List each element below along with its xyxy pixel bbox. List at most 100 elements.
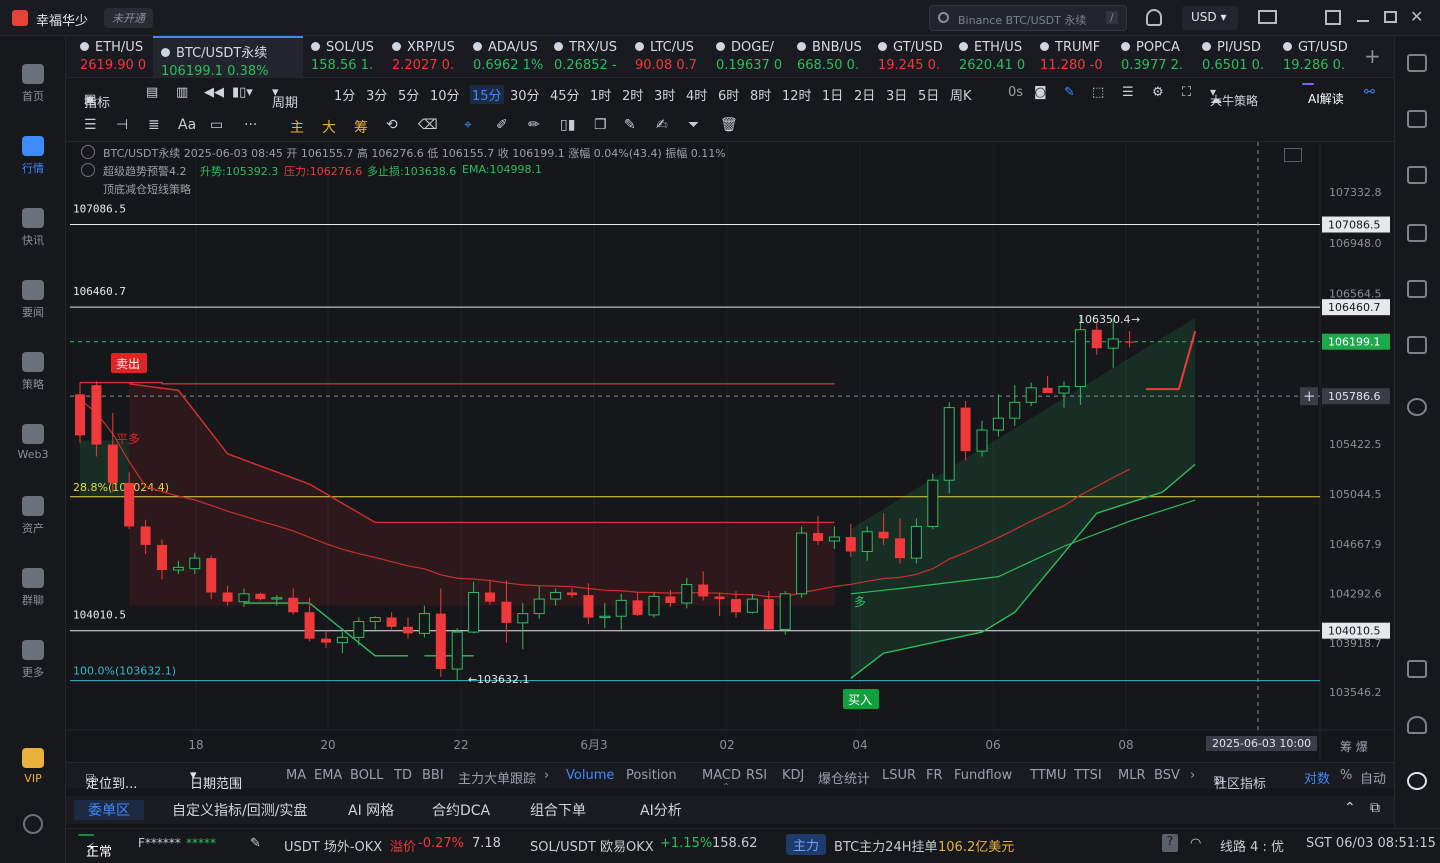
interval-16[interactable]: 3日: [886, 85, 907, 104]
symbol-tab[interactable]: ADA/US 0.6962 1%: [465, 36, 546, 77]
symbol-tab[interactable]: GT/USD 19.245 0.: [870, 36, 951, 77]
wallet-icon[interactable]: [1407, 336, 1427, 354]
add-tab-icon[interactable]: +: [1364, 44, 1381, 68]
interval-2[interactable]: 5分: [398, 85, 419, 104]
chart-canvas[interactable]: 18 20 22 6月3 02 04 06 08 107332.8 106948.0 106564.…: [66, 142, 1394, 762]
symbol-tab[interactable]: BNB/US 668.50 0.: [789, 36, 870, 77]
maximize-icon[interactable]: [1284, 148, 1302, 162]
indicator-4[interactable]: BBI: [422, 768, 444, 783]
interval-9[interactable]: 3时: [654, 85, 675, 104]
candle-icon[interactable]: ▯▮: [560, 117, 575, 133]
symbol-tab[interactable]: ETH/US 2620.41 0: [951, 36, 1032, 77]
interval-3[interactable]: 10分: [430, 85, 460, 104]
interval-4[interactable]: 15分: [470, 85, 504, 104]
close-icon[interactable]: ✕: [1410, 7, 1423, 26]
collapse-icon[interactable]: [81, 145, 95, 159]
panel-tab-1[interactable]: 自定义指标/回测/实盘: [172, 800, 307, 820]
indicator-5[interactable]: 主力大单跟踪: [458, 768, 536, 787]
interval-0[interactable]: 1分: [334, 85, 355, 104]
pen-icon[interactable]: ✎: [1064, 85, 1075, 100]
sidebar-item-2[interactable]: 快讯: [0, 200, 66, 260]
filter-icon[interactable]: ⏷: [688, 117, 699, 133]
collapse-icon-2[interactable]: [81, 163, 95, 177]
menu-icon[interactable]: ☰: [84, 117, 97, 133]
symbol-tab[interactable]: ETH/US 2619.90 0: [72, 36, 153, 77]
panel-tab-3[interactable]: 合约DCA: [432, 800, 490, 820]
brush-icon[interactable]: ✐: [496, 117, 508, 133]
auto-toggle[interactable]: 自动: [1360, 768, 1386, 787]
indicator-17[interactable]: MLR: [1118, 768, 1146, 783]
minimize-icon[interactable]: [1357, 20, 1369, 22]
sidebar-item-7[interactable]: 群聊: [0, 560, 66, 620]
scroll-right-icon[interactable]: ›: [544, 768, 549, 783]
layout-icon[interactable]: [1407, 660, 1427, 678]
interval-8[interactable]: 2时: [622, 85, 643, 104]
candlestick-chart[interactable]: 18 20 22 6月3 02 04 06 08 107332.8 106948.0 106564.…: [66, 142, 1394, 762]
interval-13[interactable]: 12时: [782, 85, 812, 104]
dollar-icon[interactable]: [1407, 166, 1427, 184]
erase-icon[interactable]: ⌫: [418, 117, 438, 133]
monitor-icon[interactable]: [1407, 280, 1427, 298]
split-icon[interactable]: ▥: [176, 85, 188, 100]
fib-icon[interactable]: ≣: [148, 117, 160, 133]
headset-icon[interactable]: [1407, 716, 1427, 734]
account-status[interactable]: 未开通: [104, 8, 153, 28]
settings-icon[interactable]: ⚙: [1152, 85, 1164, 100]
edit-icon[interactable]: ✎: [624, 117, 636, 133]
ruler-icon[interactable]: ▭: [210, 117, 223, 133]
share-icon[interactable]: ⚯: [1364, 85, 1375, 100]
panel-popout-icon[interactable]: ⧉: [1370, 800, 1380, 816]
interval-1[interactable]: 3分: [366, 85, 387, 104]
zoom-label[interactable]: 筹 爆: [1340, 738, 1368, 755]
window-layout-icon[interactable]: [1325, 10, 1341, 25]
more-tools-icon[interactable]: ···: [244, 117, 257, 133]
symbol-tab[interactable]: TRUMF 11.280 -0: [1032, 36, 1113, 77]
currency-select[interactable]: USD ▾: [1182, 6, 1238, 30]
refresh-icon[interactable]: [1407, 398, 1427, 416]
symbol-tab[interactable]: PI/USD 0.6501 0.: [1194, 36, 1275, 77]
pencil-icon[interactable]: ✏: [528, 117, 540, 133]
interval-14[interactable]: 1日: [822, 85, 843, 104]
interval-6[interactable]: 45分: [550, 85, 580, 104]
robot-icon[interactable]: [1407, 772, 1427, 790]
help-icon[interactable]: ?: [1162, 834, 1178, 852]
lines-icon[interactable]: ☰: [1122, 85, 1134, 100]
interval-5[interactable]: 30分: [510, 85, 540, 104]
sidebar-item-8[interactable]: 更多: [0, 632, 66, 692]
indicator-9[interactable]: RSI: [746, 768, 767, 783]
interval-17[interactable]: 5日: [918, 85, 939, 104]
period-button[interactable]: 周期 ▾: [272, 85, 298, 111]
calendar-icon[interactable]: ▤: [146, 85, 158, 100]
panel-tab-5[interactable]: AI分析: [640, 800, 682, 820]
indicator-11[interactable]: 爆仓统计: [818, 768, 870, 787]
hline-icon[interactable]: ⊣: [116, 117, 128, 133]
restore-icon[interactable]: [1384, 11, 1397, 23]
bell-icon[interactable]: [1146, 9, 1162, 26]
big-tool[interactable]: 大: [322, 117, 336, 137]
interval-11[interactable]: 6时: [718, 85, 739, 104]
rewind-icon[interactable]: ◀◀: [204, 85, 224, 100]
symbol-tab[interactable]: GT/USD 19.286 0.: [1275, 36, 1356, 77]
draw-icon[interactable]: ✍: [656, 117, 668, 133]
interval-7[interactable]: 1时: [590, 85, 611, 104]
text-icon[interactable]: Aa: [178, 117, 196, 133]
sidebar-item-6[interactable]: 资产: [0, 488, 66, 548]
indicator-8[interactable]: MACD: [702, 768, 741, 783]
cursor-icon[interactable]: ⌖: [464, 117, 472, 133]
interval-10[interactable]: 4时: [686, 85, 707, 104]
indicator-1[interactable]: EMA: [314, 768, 342, 783]
indicator-2[interactable]: BOLL: [350, 768, 383, 783]
search-box[interactable]: Binance BTC/USDT 永续 /: [929, 5, 1127, 31]
indicator-13[interactable]: FR: [926, 768, 943, 783]
symbol-tab[interactable]: DOGE/0.19637 0: [708, 36, 789, 77]
indicator-10[interactable]: KDJ: [782, 768, 804, 783]
symbol-tab[interactable]: SOL/US 158.56 1.: [303, 36, 384, 77]
strategy-button[interactable]: ☁ 大牛策略 ▾: [1210, 85, 1258, 108]
interval-12[interactable]: 8时: [750, 85, 771, 104]
indicator-7[interactable]: Position: [626, 768, 677, 783]
chip-tool[interactable]: 筹: [354, 117, 368, 137]
indicator-12[interactable]: LSUR: [882, 768, 916, 783]
sidebar-item-1[interactable]: 行情: [0, 128, 66, 188]
indicator-3[interactable]: TD: [394, 768, 412, 783]
symbol-tab[interactable]: LTC/US 90.08 0.7: [627, 36, 708, 77]
